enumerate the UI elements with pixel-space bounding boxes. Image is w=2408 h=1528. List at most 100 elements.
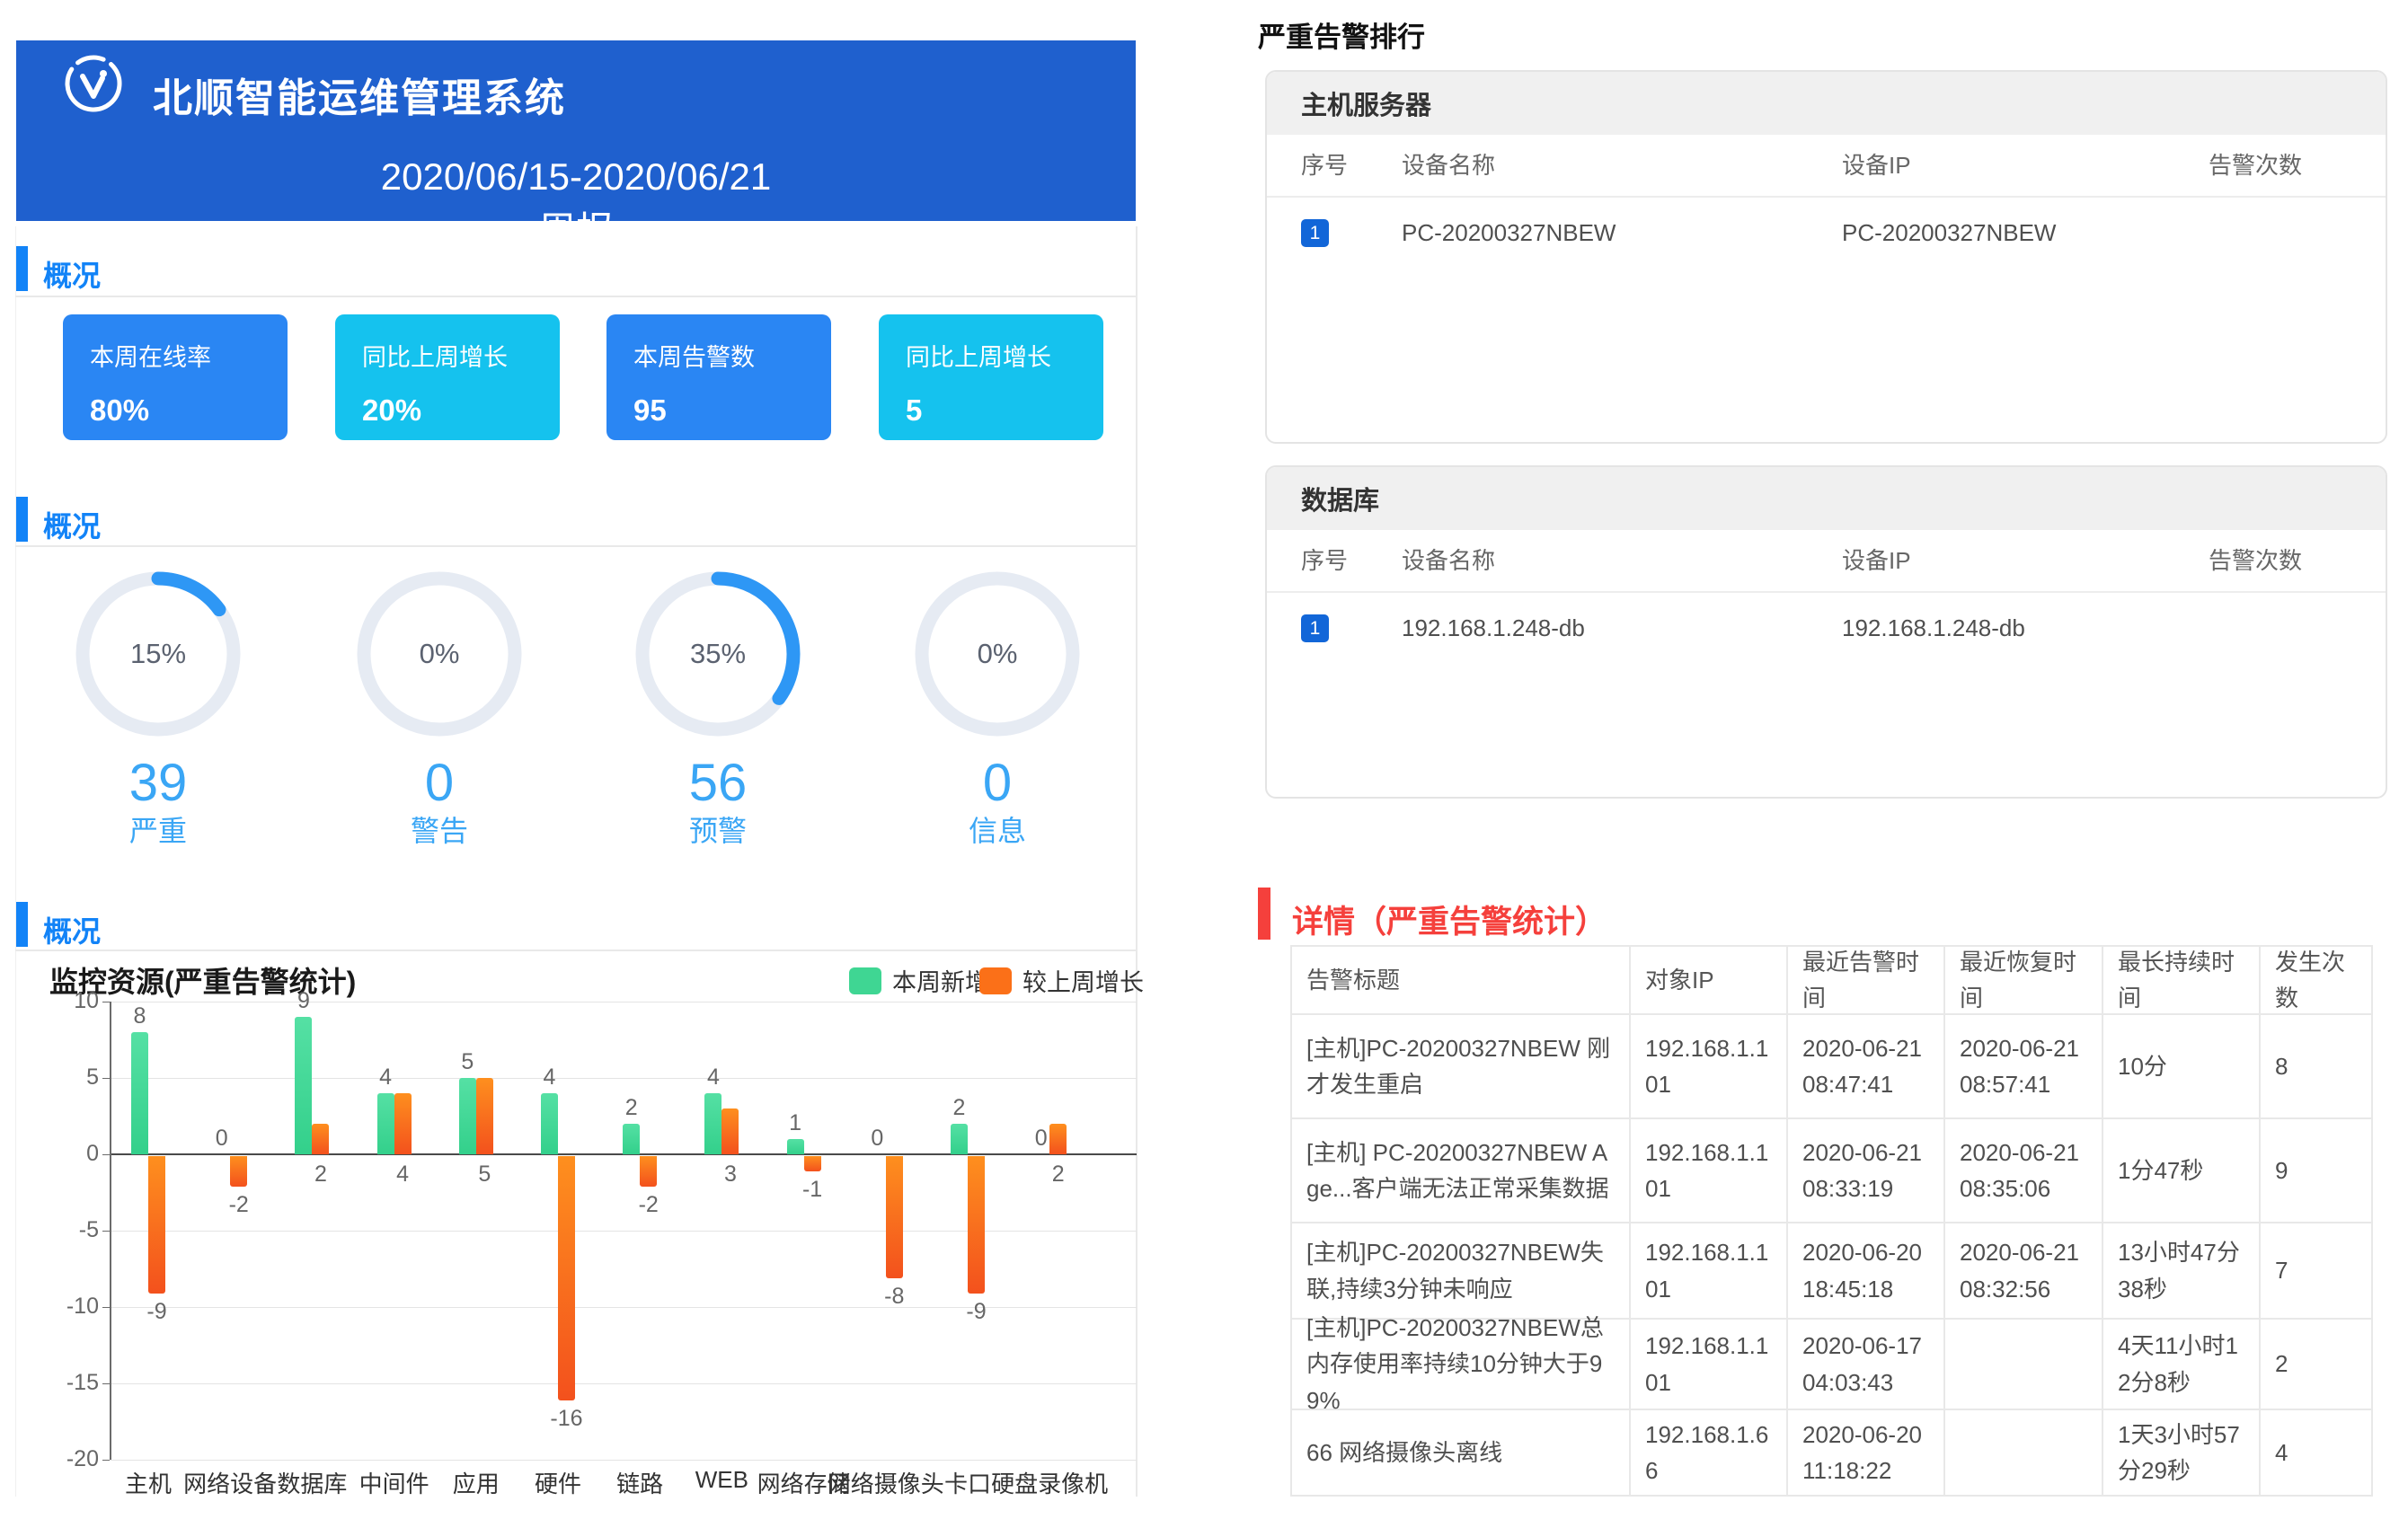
bar-change-vs-last-week[interactable] <box>312 1124 329 1154</box>
detail-cell-text: 2020-06-20 11:18:22 <box>1802 1417 1929 1489</box>
detail-column-header: 最近恢复时间 <box>1960 944 2087 1017</box>
column-header: 序号 <box>1301 530 1348 591</box>
legend-item-growth[interactable]: 较上周增长 <box>979 963 1144 998</box>
detail-table-row: 66 网络摄像头离线192.168.1.662020-06-20 11:18:2… <box>1292 1410 2373 1497</box>
section2-underline <box>15 545 1137 547</box>
detail-cell <box>1945 1410 2103 1497</box>
device-ranking-panel: 主机服务器序号设备名称设备IP告警次数1PC-20200327NBEWPC-20… <box>1265 70 2387 444</box>
stat-card[interactable]: 本周告警数95 <box>606 314 831 440</box>
section2-accent-bar <box>16 497 28 542</box>
detail-cell-text: 1分47秒 <box>2118 1153 2203 1188</box>
detail-cell-text: [主机]PC-20200327NBEW失联,持续3分钟未响应 <box>1306 1234 1615 1307</box>
donut-count: 0 <box>899 753 1096 813</box>
bar-value-label: 1 <box>764 1110 827 1136</box>
stat-card-label: 同比上周增长 <box>362 338 508 373</box>
donut-percent-label: 0% <box>354 569 525 739</box>
report-date-range: 2020/06/15-2020/06/21 <box>16 155 1136 199</box>
bar-change-vs-last-week[interactable] <box>230 1156 247 1187</box>
stat-card-label: 同比上周增长 <box>906 338 1051 373</box>
detail-cell-text: 192.168.1.66 <box>1645 1417 1772 1489</box>
bar-new-this-week[interactable] <box>459 1078 476 1154</box>
detail-column-header: 发生次数 <box>2275 944 2357 1017</box>
brand-shield-icon <box>63 53 124 114</box>
weekly-report-page: 北顺智能运维管理系统 2020/06/15-2020/06/21 周报 概况 本… <box>0 0 2408 1528</box>
bar-value-label: 2 <box>289 1161 352 1188</box>
table-row[interactable]: 1192.168.1.248-db192.168.1.248-db <box>1267 593 2386 674</box>
detail-cell: [主机] PC-20200327NBEW Age...客户端无法正常采集数据 <box>1292 1119 1631 1223</box>
detail-cell: 13小时47分38秒 <box>2103 1223 2261 1320</box>
detail-cell: 192.168.1.101 <box>1631 1320 1788 1410</box>
bar-change-vs-last-week[interactable] <box>968 1156 985 1294</box>
column-divider <box>1136 226 1138 1497</box>
detail-section-title: 详情（严重告警统计） <box>1292 896 1607 942</box>
stat-card[interactable]: 同比上周增长5 <box>879 314 1103 440</box>
detail-cell-text: 192.168.1.101 <box>1645 1030 1772 1103</box>
y-tick-label: -15 <box>36 1370 99 1396</box>
alert-donut[interactable]: 15% <box>73 569 243 739</box>
stat-card[interactable]: 本周在线率80% <box>63 314 288 440</box>
detail-cell: [主机]PC-20200327NBEW 刚才发生重启 <box>1292 1015 1631 1119</box>
donut-category-label: 预警 <box>619 808 817 850</box>
gridline <box>110 1460 1137 1461</box>
report-type: 周报 <box>16 200 1136 255</box>
bar-new-this-week[interactable] <box>787 1139 804 1154</box>
bar-value-label: -9 <box>126 1299 189 1325</box>
alert-donut[interactable]: 35% <box>633 569 803 739</box>
bar-new-this-week[interactable] <box>541 1093 558 1154</box>
bar-value-label: 0 <box>190 1126 253 1152</box>
detail-cell: 192.168.1.101 <box>1631 1015 1788 1119</box>
detail-cell: 4天11小时12分8秒 <box>2103 1320 2261 1410</box>
bar-change-vs-last-week[interactable] <box>722 1108 739 1154</box>
detail-cell-text: 2020-06-20 18:45:18 <box>1802 1234 1929 1307</box>
donut-category-label: 警告 <box>341 808 538 850</box>
table-header-row: 序号设备名称设备IP告警次数 <box>1267 530 2386 593</box>
table-row[interactable]: 1PC-20200327NBEWPC-20200327NBEW <box>1267 198 2386 278</box>
y-tick-label: -10 <box>36 1294 99 1320</box>
bar-value-label: -8 <box>863 1284 925 1310</box>
bar-change-vs-last-week[interactable] <box>640 1156 657 1187</box>
bar-new-this-week[interactable] <box>951 1124 968 1154</box>
bar-change-vs-last-week[interactable] <box>1049 1124 1067 1154</box>
donut-category-label: 信息 <box>899 808 1096 850</box>
table-header-row: 序号设备名称设备IP告警次数 <box>1267 135 2386 198</box>
rank-badge: 1 <box>1301 614 1329 642</box>
detail-cell: 2 <box>2261 1320 2373 1410</box>
detail-cell: 2020-06-21 08:33:19 <box>1788 1119 1945 1223</box>
y-tick-mark <box>102 1307 110 1308</box>
alert-donut[interactable]: 0% <box>912 569 1083 739</box>
bar-new-this-week[interactable] <box>377 1093 394 1154</box>
bar-change-vs-last-week[interactable] <box>394 1093 412 1154</box>
detail-cell: 2020-06-21 08:35:06 <box>1945 1119 2103 1223</box>
bar-new-this-week[interactable] <box>704 1093 722 1154</box>
detail-cell-text: 4天11小时12分8秒 <box>2118 1328 2244 1400</box>
alert-donut[interactable]: 0% <box>354 569 525 739</box>
y-tick-label: -5 <box>36 1217 99 1243</box>
stat-card-value: 95 <box>633 393 667 428</box>
detail-cell-text: 2020-06-21 08:47:41 <box>1802 1030 1929 1103</box>
detail-cell-text: 7 <box>2275 1252 2288 1288</box>
legend-item-new[interactable]: 本周新增 <box>849 963 989 998</box>
stat-card[interactable]: 同比上周增长20% <box>335 314 560 440</box>
bar-change-vs-last-week[interactable] <box>476 1078 493 1154</box>
column-header: 告警次数 <box>2209 530 2302 591</box>
detail-cell-text: [主机]PC-20200327NBEW总内存使用率持续10分钟大于99% <box>1306 1310 1615 1418</box>
bar-change-vs-last-week[interactable] <box>886 1156 903 1278</box>
y-tick-label: 5 <box>36 1064 99 1091</box>
section3-accent-bar <box>16 902 28 947</box>
bar-change-vs-last-week[interactable] <box>148 1156 165 1294</box>
bar-change-vs-last-week[interactable] <box>558 1156 575 1400</box>
detail-table-row: [主机]PC-20200327NBEW总内存使用率持续10分钟大于99%192.… <box>1292 1320 2373 1410</box>
bar-change-vs-last-week[interactable] <box>804 1156 821 1171</box>
bar-new-this-week[interactable] <box>623 1124 640 1154</box>
device-name-cell: 192.168.1.248-db <box>1402 614 1585 642</box>
detail-cell: [主机]PC-20200327NBEW失联,持续3分钟未响应 <box>1292 1223 1631 1320</box>
column-header: 设备名称 <box>1402 530 1495 591</box>
panel-title: 数据库 <box>1301 480 1379 517</box>
detail-header-cell: 对象IP <box>1631 947 1788 1015</box>
bar-new-this-week[interactable] <box>131 1032 148 1154</box>
detail-cell: 2020-06-20 11:18:22 <box>1788 1410 1945 1497</box>
detail-cell: 2020-06-21 08:47:41 <box>1788 1015 1945 1119</box>
detail-cell-text: 192.168.1.101 <box>1645 1234 1772 1307</box>
bar-value-label: -2 <box>617 1192 680 1218</box>
bar-new-this-week[interactable] <box>295 1017 312 1154</box>
